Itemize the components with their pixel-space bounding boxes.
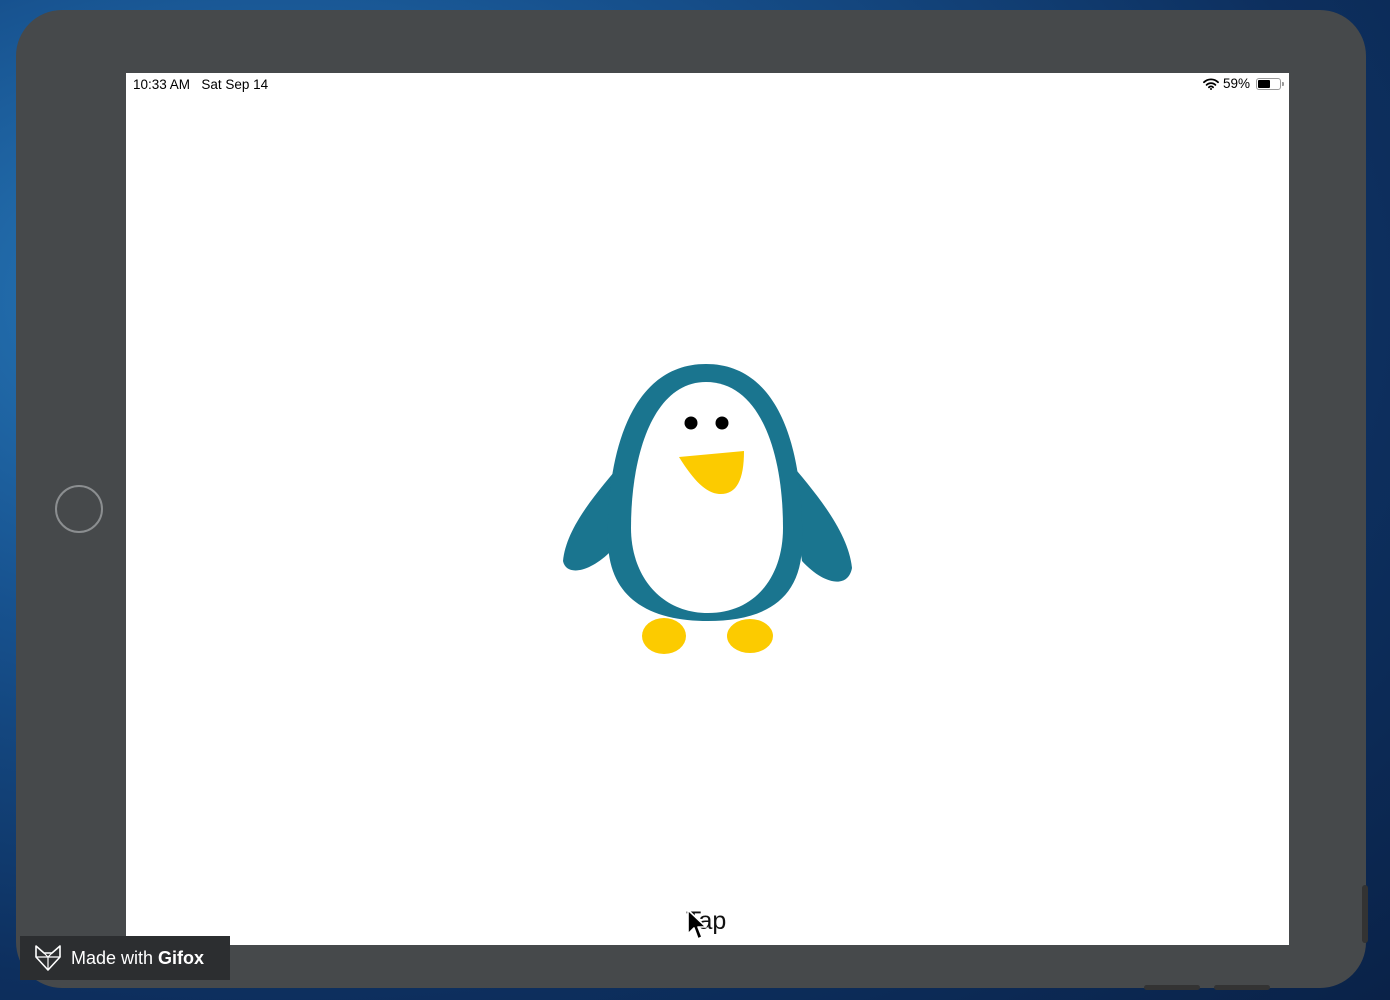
gifox-logo-icon (35, 945, 61, 971)
pointer-cursor-icon (687, 909, 707, 940)
watermark-prefix: Made with (71, 947, 154, 968)
penguin-left-eye (684, 416, 698, 430)
volume-button (1144, 985, 1200, 990)
penguin-right-eye (715, 416, 729, 430)
watermark-brand: Gifox (158, 947, 205, 968)
ipad-device-frame: 10:33 AM Sat Sep 14 59% Tap (16, 10, 1368, 990)
app-screen: 10:33 AM Sat Sep 14 59% Tap (126, 73, 1289, 945)
side-button (1362, 885, 1368, 943)
penguin-right-foot (727, 619, 773, 653)
gifox-watermark: Made with Gifox (20, 936, 230, 980)
penguin-left-foot (642, 618, 686, 654)
penguin-illustration (563, 364, 852, 654)
home-button[interactable] (55, 485, 103, 533)
volume-button (1214, 985, 1270, 990)
